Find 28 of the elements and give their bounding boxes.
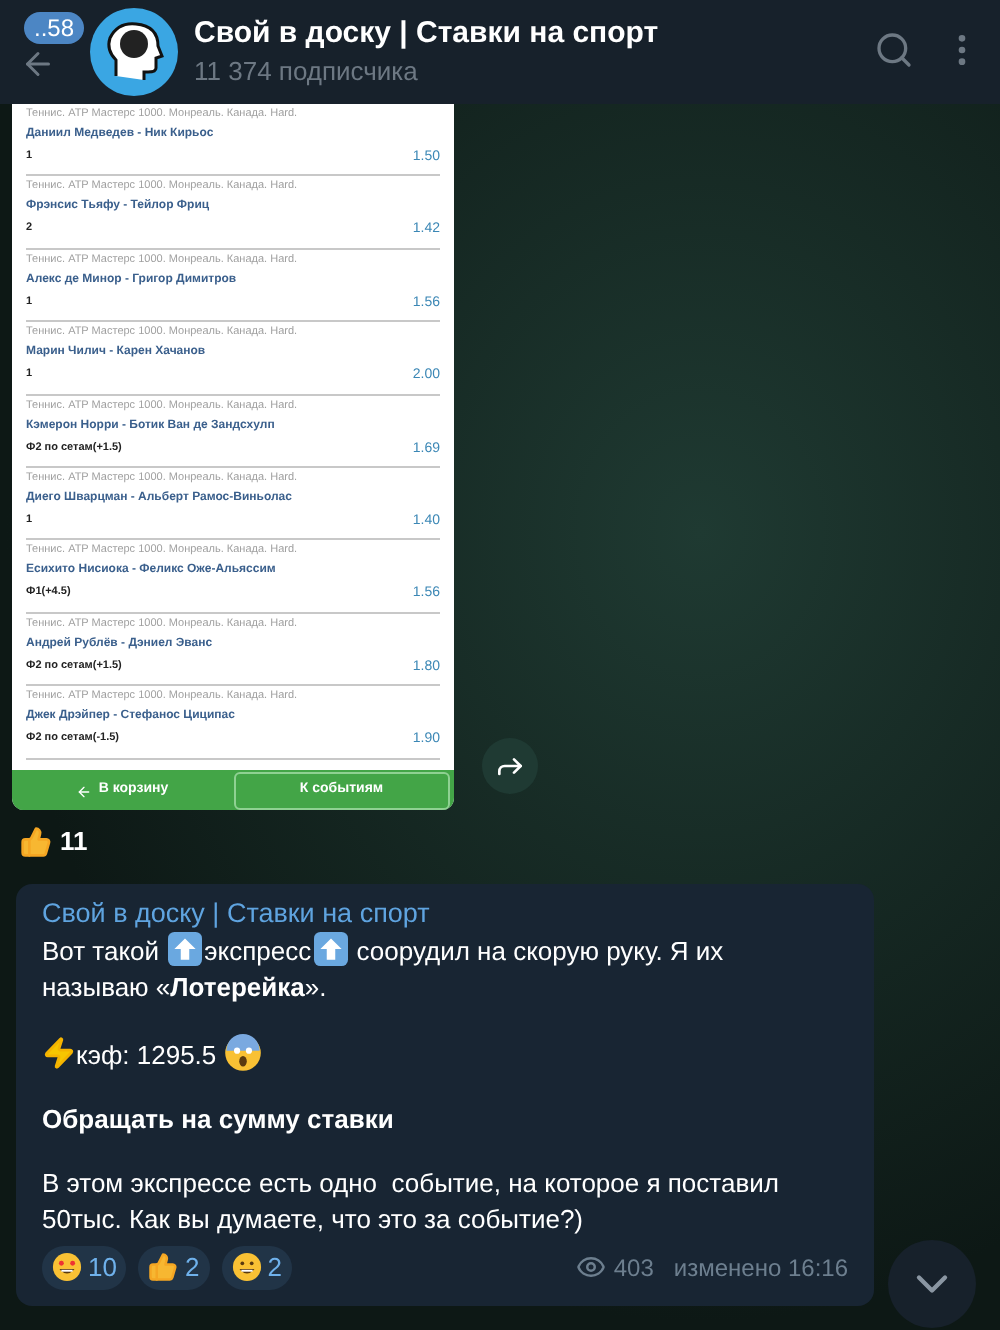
message-text: Вот такой [42, 933, 162, 969]
views-icon [575, 1252, 606, 1282]
thumbs-up-icon [20, 825, 52, 858]
lightning-icon [42, 1035, 76, 1069]
channel-avatar[interactable] [90, 8, 178, 96]
message-text: Обращать на сумму ставки [42, 1101, 394, 1137]
channel-title: Свой в доску | Ставки на спорт [194, 14, 659, 54]
reaction-chip[interactable]: 2 [138, 1245, 210, 1289]
star-eyes-face-icon [52, 1252, 82, 1282]
thumbs-up-icon [148, 1252, 179, 1282]
message-text: кэф: 1295.5 [76, 1037, 219, 1073]
reaction-chip[interactable]: 11 [20, 822, 88, 861]
search-icon[interactable] [874, 30, 914, 70]
message-text: экспресс [204, 933, 312, 969]
edited-time: изменено 16:16 [673, 1251, 848, 1285]
arrow-left-icon [76, 783, 93, 799]
screaming-face-icon [223, 1033, 262, 1071]
grinning-face-icon [231, 1252, 262, 1282]
unread-badge: ..58 [24, 12, 85, 44]
message-text: соорудил на скорую руку. Я их [354, 933, 724, 969]
subscriber-count: 11 374 подписчика [194, 54, 420, 90]
reaction-chip[interactable]: 2 [221, 1245, 292, 1289]
message-text: называю «Лотерейка». [42, 969, 327, 1005]
message-author[interactable]: Свой в доску | Ставки на спорт [42, 895, 848, 931]
message-text: В этом экспрессе есть одно событие, на которое я поставил 50тыс. Как вы думаете, что это за событие?) [42, 1165, 781, 1237]
reaction-chip[interactable]: 10 [42, 1245, 127, 1289]
view-count: 403 [613, 1251, 654, 1285]
head-brain-icon [104, 20, 164, 84]
